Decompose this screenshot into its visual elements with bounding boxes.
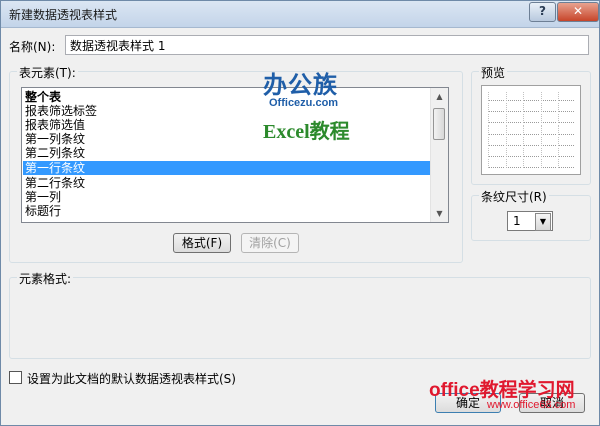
name-input[interactable]: 数据透视表样式 1 (65, 35, 589, 55)
chevron-down-icon[interactable]: ▼ (535, 213, 551, 231)
preview-label: 预览 (479, 64, 508, 81)
list-item[interactable]: 第一列条纹 (25, 132, 85, 146)
table-elements-label: 表元素(T): (17, 64, 78, 81)
scroll-down-icon[interactable]: ▼ (431, 205, 448, 222)
list-item[interactable]: 报表筛选值 (25, 118, 85, 132)
clear-button[interactable]: 清除(C) (241, 233, 299, 253)
list-item[interactable]: 第一列 (25, 190, 61, 204)
watermark-excel-course: Excel教程 (263, 121, 350, 143)
stripe-size-select[interactable]: 1 ▼ (507, 211, 553, 231)
dialog-window: 新建数据透视表样式 ? ✕ 名称(N): 数据透视表样式 1 表元素(T): 整… (0, 0, 600, 426)
list-item[interactable]: 整个表 (25, 90, 61, 104)
element-format-group (9, 277, 591, 359)
scroll-thumb[interactable] (433, 108, 445, 140)
list-scrollbar[interactable]: ▲ ▼ (430, 88, 448, 222)
watermark-site-url: www.office68.com (487, 399, 576, 411)
stripe-size-value: 1 (513, 214, 521, 228)
element-format-label: 元素格式: (17, 270, 74, 287)
watermark-brand-url: Officezu.com (269, 97, 339, 109)
format-button[interactable]: 格式(F) (173, 233, 231, 253)
list-item-selected[interactable]: 第一行条纹 (23, 161, 433, 175)
default-style-label: 设置为此文档的默认数据透视表样式(S) (27, 372, 236, 386)
style-preview (481, 85, 581, 175)
preview-grid (488, 92, 574, 168)
list-item[interactable]: 第二列条纹 (25, 146, 85, 160)
watermark-site-name: office教程学习网 (429, 380, 575, 401)
table-elements-list[interactable]: 整个表 报表筛选标签 报表筛选值 第一列条纹 第二列条纹 第一行条纹 第二行条纹… (21, 87, 449, 223)
title-bar[interactable]: 新建数据透视表样式 ? ✕ (1, 1, 599, 28)
watermark-brand-logo: 办公族 (263, 72, 338, 99)
list-item[interactable]: 标题行 (25, 204, 61, 218)
scroll-up-icon[interactable]: ▲ (431, 88, 448, 105)
default-style-checkbox[interactable] (9, 371, 22, 384)
window-title: 新建数据透视表样式 (9, 8, 118, 22)
list-item[interactable]: 第二行条纹 (25, 176, 85, 190)
name-label: 名称(N): (9, 40, 56, 54)
list-item[interactable]: 报表筛选标签 (25, 104, 97, 118)
close-button[interactable]: ✕ (557, 2, 599, 22)
help-button[interactable]: ? (529, 2, 556, 22)
stripe-size-label: 条纹尺寸(R) (479, 188, 549, 205)
